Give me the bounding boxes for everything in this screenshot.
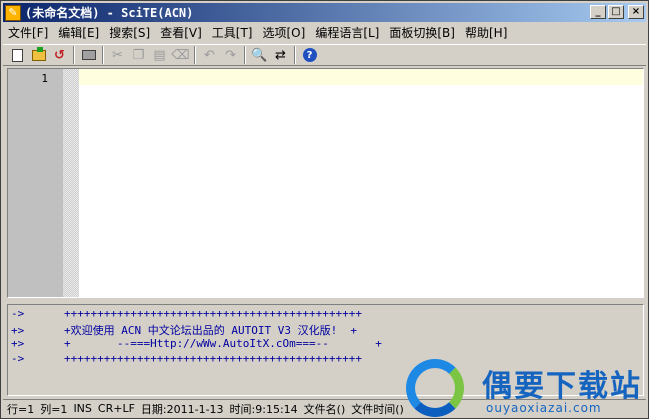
status-time: 时间:9:15:14 <box>229 402 298 416</box>
watermark-subtitle: ouyaoxiazai.com <box>486 401 602 415</box>
line-number-margin: 1 <box>8 69 63 297</box>
scite-app-icon[interactable]: ✎ <box>5 4 21 21</box>
replace-button[interactable]: ⇄ <box>270 45 291 65</box>
menu-file[interactable]: 文件[F] <box>3 24 53 41</box>
toolbar-separator <box>294 46 296 64</box>
cut-button[interactable]: ✂ <box>107 45 128 65</box>
maximize-button[interactable]: □ <box>608 5 624 19</box>
menu-panel[interactable]: 面板切换[B] <box>384 24 460 41</box>
caret-line-highlight <box>79 69 643 85</box>
pane-splitter[interactable] <box>7 299 644 303</box>
watermark-logo-icon <box>406 359 464 417</box>
copy-button[interactable]: ❐ <box>128 45 149 65</box>
output-line: +> +欢迎使用 ACN 中文论坛出品的 AUTOIT V3 汉化版! + <box>11 324 358 337</box>
revert-icon: ↺ <box>54 47 65 63</box>
delete-icon: ⌫ <box>171 47 190 63</box>
menu-options[interactable]: 选项[O] <box>258 24 311 41</box>
status-line: 行=1 <box>7 402 35 416</box>
line-number: 1 <box>41 72 48 85</box>
replace-icon: ⇄ <box>275 47 286 63</box>
cut-icon: ✂ <box>112 47 123 63</box>
window-controls: _ □ × <box>590 5 644 19</box>
redo-button[interactable]: ↷ <box>220 45 241 65</box>
output-line: -> +++++++++++++++++++++++++++++++++++++… <box>11 352 362 365</box>
print-icon <box>81 50 96 60</box>
new-file-button[interactable] <box>7 45 28 65</box>
minimize-button[interactable]: _ <box>590 5 606 19</box>
status-date: 日期:2011-1-13 <box>140 402 224 416</box>
status-eol: CR+LF <box>97 402 135 415</box>
status-mode: INS <box>73 402 92 415</box>
help-button[interactable]: ? <box>299 45 320 65</box>
open-file-icon <box>31 46 46 61</box>
toolbar-separator <box>102 46 104 64</box>
watermark-title: 偶要下载站 <box>482 369 642 404</box>
delete-button[interactable]: ⌫ <box>170 45 191 65</box>
undo-icon: ↶ <box>204 47 215 63</box>
status-filename: 文件名() <box>303 402 346 416</box>
menu-language[interactable]: 编程语言[L] <box>310 24 384 41</box>
menu-tools[interactable]: 工具[T] <box>207 24 258 41</box>
paste-button[interactable]: ▤ <box>149 45 170 65</box>
toolbar-separator <box>73 46 75 64</box>
paste-icon: ▤ <box>153 47 166 63</box>
output-line: -> +++++++++++++++++++++++++++++++++++++… <box>11 307 362 320</box>
menu-help[interactable]: 帮助[H] <box>460 24 512 41</box>
copy-icon: ❐ <box>132 47 145 63</box>
site-watermark: 偶要下载站 ouyaoxiazai.com <box>406 359 646 419</box>
menu-search[interactable]: 搜索[S] <box>104 24 155 41</box>
find-icon: 🔍 <box>251 47 268 63</box>
new-file-icon <box>12 48 23 62</box>
redo-icon: ↷ <box>225 47 236 63</box>
print-button[interactable] <box>78 45 99 65</box>
fold-margin[interactable] <box>63 69 79 297</box>
find-button[interactable]: 🔍 <box>249 45 270 65</box>
menu-bar: 文件[F] 编辑[E] 搜索[S] 查看[V] 工具[T] 选项[O] 编程语言… <box>3 23 646 42</box>
status-column: 列=1 <box>40 402 68 416</box>
open-file-button[interactable] <box>28 45 49 65</box>
menu-edit[interactable]: 编辑[E] <box>53 24 104 41</box>
scite-window: ✎ (未命名文档) - SciTE(ACN) _ □ × 文件[F] 编辑[E]… <box>0 0 649 419</box>
editor-pane[interactable]: 1 <box>7 68 644 298</box>
close-button[interactable]: × <box>628 5 644 19</box>
undo-button[interactable]: ↶ <box>199 45 220 65</box>
status-filetime: 文件时间() <box>351 402 404 416</box>
toolbar-separator <box>194 46 196 64</box>
revert-button[interactable]: ↺ <box>49 45 70 65</box>
window-title: (未命名文档) - SciTE(ACN) <box>25 6 194 20</box>
output-line: +> + --===Http://wWw.AutoItX.cOm===-- + <box>11 337 382 350</box>
toolbar-separator <box>244 46 246 64</box>
toolbar: ↺ ✂ ❐ ▤ ⌫ ↶ ↷ 🔍 ⇄ ? <box>3 44 646 66</box>
help-icon: ? <box>302 48 317 62</box>
title-bar[interactable]: ✎ (未命名文档) - SciTE(ACN) _ □ × <box>3 3 646 22</box>
menu-view[interactable]: 查看[V] <box>155 24 207 41</box>
